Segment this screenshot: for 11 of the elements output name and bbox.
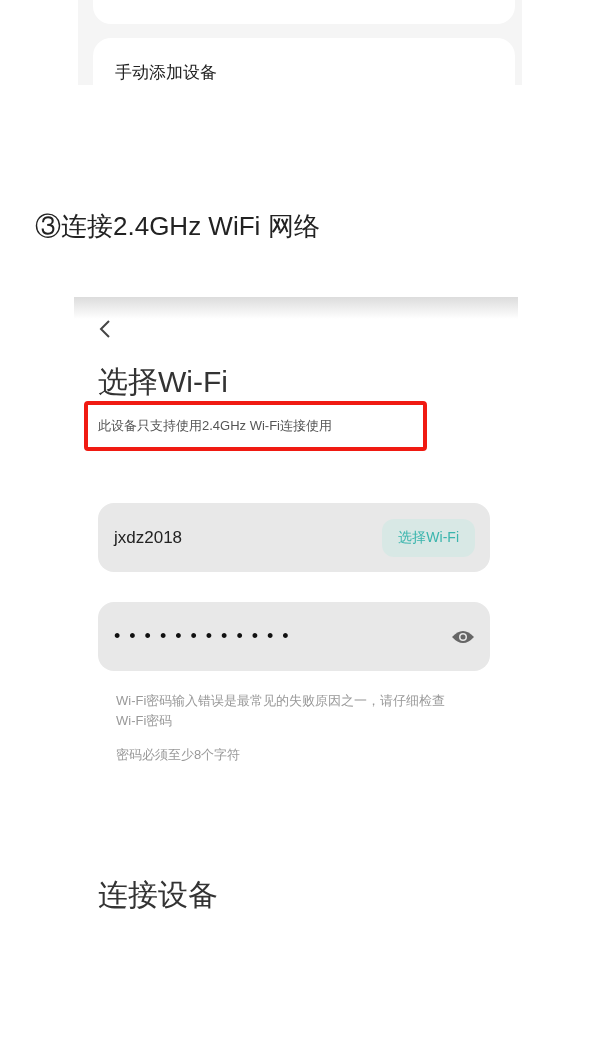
eye-icon[interactable]: [451, 628, 475, 645]
back-icon[interactable]: [98, 319, 112, 339]
ssid-field[interactable]: jxdz2018 选择Wi-Fi: [98, 503, 490, 572]
screen-title: 选择Wi-Fi: [98, 365, 229, 399]
section-title: 连接设备: [98, 877, 219, 913]
hint-text: 密码必须至少8个字符: [115, 746, 242, 764]
step-heading: ③连接2.4GHz WiFi 网络: [35, 210, 321, 242]
manual-add-card[interactable]: 手动添加设备: [93, 38, 515, 85]
menu-item-label: 手动添加设备: [115, 62, 218, 84]
subtitle: 此设备只支持使用2.4GHz Wi-Fi连接使用: [98, 417, 333, 435]
password-field[interactable]: ••••••••••••: [98, 602, 490, 671]
